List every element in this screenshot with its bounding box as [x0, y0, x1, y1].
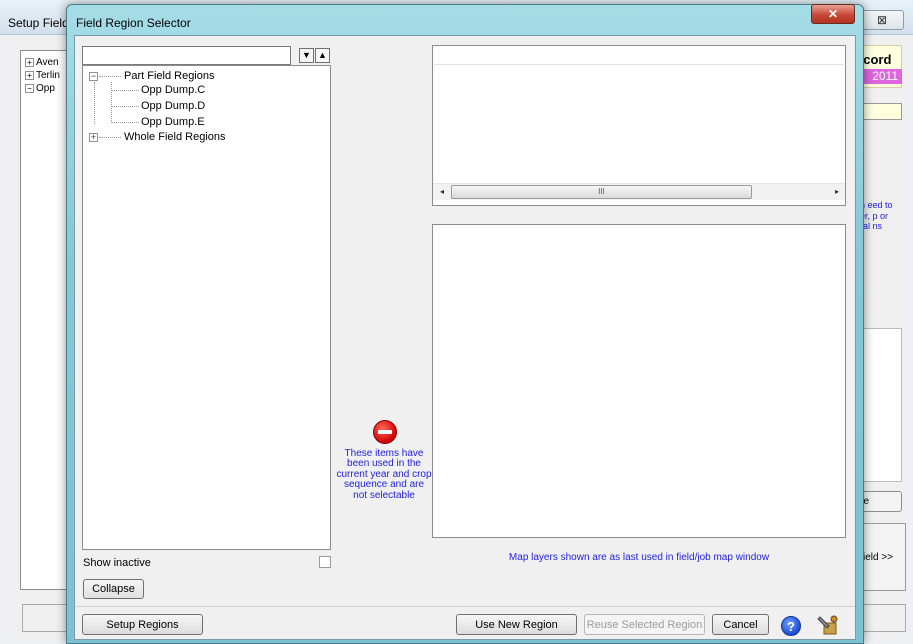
- search-next-button[interactable]: ▼: [299, 48, 314, 63]
- cancel-button[interactable]: Cancel: [712, 614, 769, 635]
- reuse-selected-region-button[interactable]: Reuse Selected Region: [584, 614, 705, 635]
- scroll-right-icon[interactable]: ▸: [830, 186, 844, 198]
- list-row[interactable]: [434, 47, 844, 65]
- background-tree-item-label: Terlin: [36, 70, 60, 81]
- tree-connector: [111, 122, 139, 123]
- expand-icon[interactable]: +: [25, 70, 34, 80]
- expand-icon[interactable]: +: [25, 57, 34, 67]
- background-tree-item[interactable]: + Aven: [25, 57, 59, 68]
- divider: [75, 606, 855, 607]
- background-tree-item[interactable]: − Opp: [25, 83, 55, 94]
- tree-node-region[interactable]: Opp Dump.E: [141, 116, 205, 128]
- map-layers-note: Map layers shown are as last used in fie…: [508, 552, 770, 563]
- scroll-left-icon[interactable]: ◂: [435, 186, 449, 198]
- help-icon[interactable]: ?: [781, 616, 801, 636]
- background-tree-item-label: Aven: [36, 57, 59, 68]
- dialog-title: Field Region Selector: [76, 16, 191, 30]
- tree-connector: [111, 90, 139, 91]
- region-tree[interactable]: − Part Field Regions Opp Dump.C Opp Dump…: [82, 65, 331, 550]
- scrollbar-thumb[interactable]: III: [451, 185, 752, 199]
- tree-node-region[interactable]: Opp Dump.D: [141, 100, 205, 112]
- region-list[interactable]: [432, 45, 846, 206]
- background-window-title: Setup Field: [8, 16, 69, 30]
- dialog-close-button[interactable]: ✕: [811, 4, 855, 24]
- no-entry-icon-bar: [378, 430, 392, 434]
- tree-connector: [99, 137, 121, 138]
- region-search-input[interactable]: [82, 46, 291, 65]
- tree-node-whole-field-regions[interactable]: Whole Field Regions: [124, 131, 226, 143]
- collapse-icon[interactable]: −: [89, 72, 98, 81]
- collapse-button[interactable]: Collapse: [83, 579, 144, 599]
- tree-connector: [111, 106, 139, 107]
- tree-node-region[interactable]: Opp Dump.C: [141, 84, 205, 96]
- collapse-icon[interactable]: −: [25, 83, 34, 93]
- expand-icon[interactable]: +: [89, 133, 98, 142]
- show-inactive-label: Show inactive: [83, 557, 151, 569]
- tree-node-part-field-regions[interactable]: Part Field Regions: [124, 70, 215, 82]
- unselectable-warning-text: These items have been used in the curren…: [336, 448, 432, 501]
- tree-connector: [111, 82, 112, 123]
- tree-connector: [94, 82, 95, 124]
- background-tree-item-label: Opp: [36, 83, 55, 94]
- show-inactive-checkbox[interactable]: [319, 556, 331, 568]
- use-new-region-button[interactable]: Use New Region: [456, 614, 577, 635]
- map-preview[interactable]: [432, 224, 846, 538]
- background-close-button[interactable]: ⊠: [860, 10, 904, 30]
- setup-regions-button[interactable]: Setup Regions: [82, 614, 203, 635]
- search-previous-button[interactable]: ▲: [315, 48, 330, 63]
- tree-connector: [99, 76, 121, 77]
- wrench-tool-icon[interactable]: [816, 613, 840, 637]
- background-tree-item[interactable]: + Terlin: [25, 70, 60, 81]
